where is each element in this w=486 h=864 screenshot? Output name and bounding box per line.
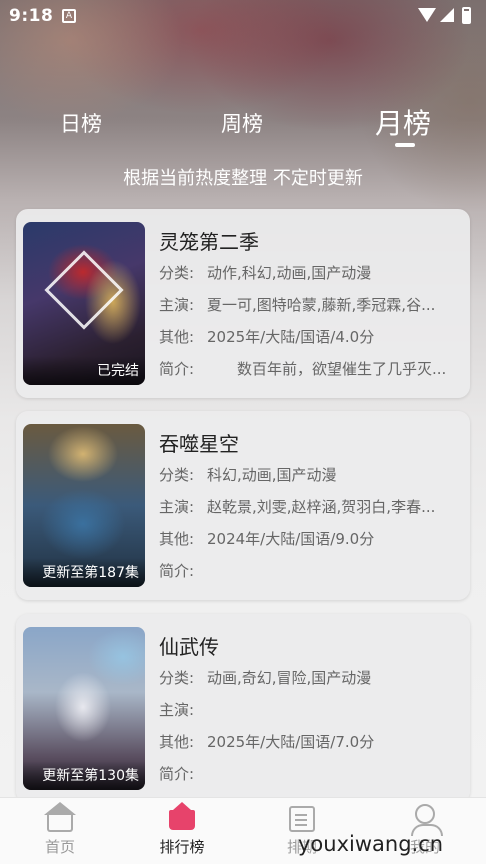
meta-label: 分类: [159,669,195,687]
meta-label: 其他: [159,733,195,751]
meta-other: 其他: 2024年/大陆/国语/9.0分 [159,528,459,549]
nav-item-ranking[interactable]: 排行榜 [142,798,222,864]
status-badge: 已完结 [23,356,145,385]
meta-cast: 主演: 赵乾景,刘雯,赵梓涵,贺羽白,李春... [159,496,459,517]
meta-category: 分类: 动画,奇幻,冒险,国产动漫 [159,667,459,688]
meta-label: 主演: [159,296,195,314]
meta-value: 2025年/大陆/国语/7.0分 [207,733,375,751]
poster-image[interactable]: 更新至第187集 [23,424,145,587]
ranking-card[interactable]: 更新至第187集 吞噬星空 分类: 科幻,动画,国产动漫 主演: 赵乾景,刘雯,赵梓… [16,411,470,600]
meta-intro: 简介: [159,763,459,784]
ranking-icon [169,802,195,830]
meta-label: 其他: [159,328,195,346]
battery-icon [462,7,471,24]
tab-daily[interactable]: 日榜 [60,108,102,138]
active-tab-indicator [395,143,415,147]
meta-other: 其他: 2025年/大陆/国语/4.0分 [159,326,459,347]
meta-value: 动作,科幻,动画,国产动漫 [207,264,372,282]
card-title[interactable]: 灵笼第二季 [159,226,259,255]
meta-value: 2025年/大陆/国语/4.0分 [207,328,375,346]
tab-weekly[interactable]: 周榜 [221,108,263,138]
ranking-card[interactable]: 已完结 灵笼第二季 分类: 动作,科幻,动画,国产动漫 主演: 夏一可,图特哈蒙,藤… [16,209,470,398]
meta-label: 其他: [159,530,195,548]
meta-category: 分类: 动作,科幻,动画,国产动漫 [159,262,459,283]
meta-label: 简介: [159,765,195,783]
status-bar: 9:18 A [0,0,486,34]
meta-value: 2024年/大陆/国语/9.0分 [207,530,375,548]
home-icon [44,802,76,832]
meta-other: 其他: 2025年/大陆/国语/7.0分 [159,731,459,752]
card-title[interactable]: 吞噬星空 [159,428,239,457]
poster-emblem [44,250,124,330]
meta-cast: 主演: [159,699,459,720]
meta-cast: 主演: 夏一可,图特哈蒙,藤新,季冠霖,谷... [159,294,459,315]
status-badge: 更新至第187集 [23,558,145,587]
notification-a-icon: A [62,9,76,23]
card-title[interactable]: 仙武传 [159,631,219,660]
meta-value: 夏一可,图特哈蒙,藤新,季冠霖,谷... [207,296,436,314]
watermark-text: youxiwang.cn [298,832,444,856]
schedule-icon [289,806,315,832]
tab-monthly[interactable]: 月榜 [375,102,431,142]
meta-label: 主演: [159,701,195,719]
signal-icon [440,8,454,22]
meta-value: 赵乾景,刘雯,赵梓涵,贺羽白,李春... [207,498,436,516]
poster-image[interactable]: 更新至第130集 [23,627,145,790]
meta-label: 简介: [159,360,195,378]
meta-label: 主演: [159,498,195,516]
wifi-icon [418,8,436,22]
meta-value: 数百年前，欲望催生了几乎灭... [207,360,447,378]
ranking-card[interactable]: 更新至第130集 仙武传 分类: 动画,奇幻,冒险,国产动漫 主演: 其他: 202… [16,614,470,803]
nav-label: 首页 [44,838,75,856]
status-badge: 更新至第130集 [23,761,145,790]
ranking-subtitle: 根据当前热度整理 不定时更新 [123,168,363,189]
nav-item-home[interactable]: 首页 [20,798,100,864]
meta-label: 简介: [159,562,195,580]
poster-image[interactable]: 已完结 [23,222,145,385]
meta-value: 科幻,动画,国产动漫 [207,466,337,484]
meta-category: 分类: 科幻,动画,国产动漫 [159,464,459,485]
meta-label: 分类: [159,264,195,282]
profile-icon [411,804,443,836]
meta-label: 分类: [159,466,195,484]
meta-intro: 简介: 数百年前，欲望催生了几乎灭... [159,358,459,379]
meta-intro: 简介: [159,560,459,581]
meta-value: 动画,奇幻,冒险,国产动漫 [207,669,372,687]
nav-label: 排行榜 [159,838,205,856]
status-time: 9:18 [9,6,54,26]
